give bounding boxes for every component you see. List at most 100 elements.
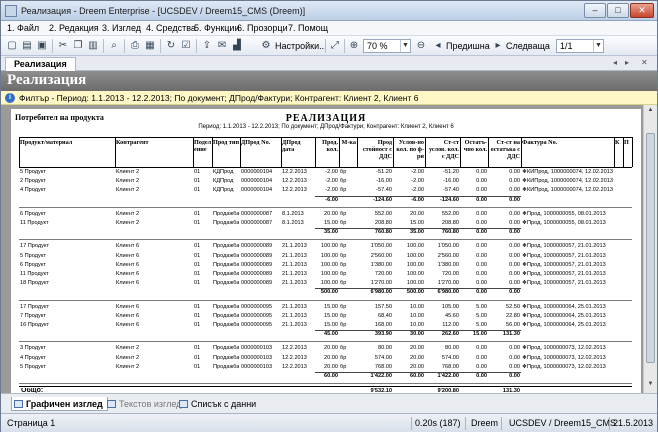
table-cell: 21.1.2013 xyxy=(282,322,307,328)
close-button[interactable]: ✕ xyxy=(630,3,654,18)
table-cell: 4 Продукт xyxy=(20,187,46,194)
table-cell: -51.20 xyxy=(376,169,392,175)
table-cell: 11 Продукт xyxy=(20,220,49,226)
table-cell: 0.00 xyxy=(509,261,520,268)
table-cell: 6 Продукт xyxy=(20,261,46,268)
tab-text-view[interactable]: Текстов изглед xyxy=(105,397,181,411)
send-icon[interactable]: ✉ xyxy=(215,39,229,53)
table-cell: 0.00 xyxy=(476,169,487,175)
menu-file[interactable]: 1. Файл xyxy=(7,23,39,33)
column-header: Продукт/материал xyxy=(20,139,73,146)
table-cell: 01 xyxy=(194,271,201,277)
document-tabs: Реализация ◂ ▸ ✕ xyxy=(1,56,657,71)
table-cell: 720.00 xyxy=(374,271,392,277)
tab-realization[interactable]: Реализация xyxy=(5,57,76,71)
minimize-button[interactable]: – xyxy=(584,3,606,18)
table-cell: 01 xyxy=(194,261,201,268)
menu-view[interactable]: 3. Изглед xyxy=(102,23,141,33)
scroll-up-icon[interactable]: ▲ xyxy=(646,107,655,117)
app-window: Реализация - Dreem Enterprise - [UCSDEV … xyxy=(0,0,658,432)
table-cell: 21.1.2013 xyxy=(282,312,307,319)
zoom-fit-icon[interactable]: ⤢ xyxy=(328,39,342,53)
copy-icon[interactable]: ❐ xyxy=(71,39,85,53)
table-cell: 0.00 xyxy=(509,178,520,185)
next-page-button[interactable]: Следваща xyxy=(506,41,550,51)
table-cell: 208.80 xyxy=(374,220,392,226)
table-cell: 5.00 xyxy=(476,303,487,310)
menu-tools[interactable]: 4. Средства xyxy=(146,23,196,33)
table-cell: 15.00 xyxy=(410,220,424,226)
tab-data-list[interactable]: Списък с данни xyxy=(177,397,256,411)
settings-icon[interactable]: ⚙ xyxy=(259,39,273,53)
page-select[interactable]: 1/1 ▼ xyxy=(556,39,604,53)
print-icon[interactable]: ⎙ xyxy=(128,39,142,53)
table-cell: 0.00 xyxy=(509,354,520,361)
chart-icon[interactable]: ▟ xyxy=(230,39,244,53)
tab-scroll-left-icon[interactable]: ◂ xyxy=(613,58,617,67)
table-cell: 12.2.2013 xyxy=(282,178,307,185)
report-viewport: Потребител на продукта РЕАЛИЗАЦИЯ Период… xyxy=(1,105,657,393)
table-cell: бр xyxy=(340,187,347,194)
table-cell: 0.00 xyxy=(509,220,520,226)
table-cell: 0000000103 xyxy=(241,363,273,370)
table-cell: 21.1.2013 xyxy=(282,252,307,259)
next-page-icon[interactable]: ▸ xyxy=(491,39,505,53)
report-subtitle: Период: 1.1.2013 - 12.2.2013; По докумен… xyxy=(198,124,454,130)
table-cell: 12.2.2013 xyxy=(282,354,307,361)
menu-edit[interactable]: 2. Редакция xyxy=(49,23,99,33)
table-cell: Продажба xyxy=(213,243,239,250)
maximize-button[interactable]: □ xyxy=(607,3,629,18)
refresh-icon[interactable]: ↻ xyxy=(164,39,178,53)
export-icon[interactable]: ⇪ xyxy=(200,39,214,53)
new-icon[interactable]: ▢ xyxy=(5,39,19,53)
open-icon[interactable]: ▤ xyxy=(20,39,34,53)
table-cell: Клиент 2 xyxy=(116,354,140,361)
column-header: П xyxy=(624,139,629,146)
menu-windows[interactable]: 6. Прозорци xyxy=(237,23,288,33)
tab-scroll-right-icon[interactable]: ▸ xyxy=(625,58,629,67)
tab-close-icon[interactable]: ✕ xyxy=(641,58,648,67)
zoom-out-icon[interactable]: ⊖ xyxy=(414,39,428,53)
table-cell: -2.00 xyxy=(411,187,424,194)
save-icon[interactable]: ▣ xyxy=(35,39,49,53)
table-cell: 8.1.2013 xyxy=(282,220,304,226)
menu-functions[interactable]: 5. Функции xyxy=(194,23,239,33)
tab-graphic-view[interactable]: Графичен изглед xyxy=(11,397,108,411)
prev-page-button[interactable]: Предишна xyxy=(446,41,490,51)
column-header: Подел-ение xyxy=(194,139,211,153)
vertical-scrollbar[interactable]: ▲ ▼ xyxy=(643,105,657,393)
group-total-cell: 60.00 xyxy=(410,373,424,379)
zoom-select[interactable]: 70 % ▼ xyxy=(363,39,411,53)
zoom-in-icon[interactable]: ⊕ xyxy=(347,39,361,53)
table-cell: 15.00 xyxy=(324,303,338,310)
find-icon[interactable]: ⌕ xyxy=(107,39,121,53)
table-cell: -2.00 xyxy=(325,169,338,175)
table-cell: 0.00 xyxy=(476,220,487,226)
table-cell: 68.40 xyxy=(378,312,392,319)
column-header: Остатъ-чно кол. xyxy=(463,139,487,153)
scroll-down-icon[interactable]: ▼ xyxy=(646,381,655,391)
table-cell: 17 Продукт xyxy=(20,243,50,250)
settings-button[interactable]: Настройки... xyxy=(275,41,327,51)
print-preview-icon[interactable]: ▦ xyxy=(143,39,157,53)
table-cell: 0.00 xyxy=(509,169,520,175)
table-cell: 0000000095 xyxy=(241,303,273,310)
paste-icon[interactable]: ▥ xyxy=(86,39,100,53)
properties-icon[interactable]: ☑ xyxy=(179,39,193,53)
table-cell: 0000000095 xyxy=(241,322,273,328)
table-cell: ❖Прод, 1000000073, 12.02.2013 xyxy=(522,354,606,361)
status-date: 21.5.2013 xyxy=(613,418,654,428)
scroll-thumb[interactable] xyxy=(646,133,655,363)
table-cell: Клиент 6 xyxy=(116,322,140,328)
table-cell: Клиент 2 xyxy=(116,363,140,370)
table-cell: 768.00 xyxy=(374,363,392,370)
group-total-cell: 500.00 xyxy=(320,289,338,296)
table-cell: 0.00 xyxy=(476,261,487,268)
menu-help[interactable]: 7. Помощ xyxy=(288,23,328,33)
table-cell: Продажба xyxy=(213,210,239,217)
table-cell: бр xyxy=(340,210,347,217)
cut-icon[interactable]: ✂ xyxy=(56,39,70,53)
prev-page-icon[interactable]: ◂ xyxy=(431,39,445,53)
filter-bar: i Филтър - Период: 1.1.2013 - 12.2.2013;… xyxy=(1,91,657,105)
table-cell: 5 Продукт xyxy=(20,169,46,175)
